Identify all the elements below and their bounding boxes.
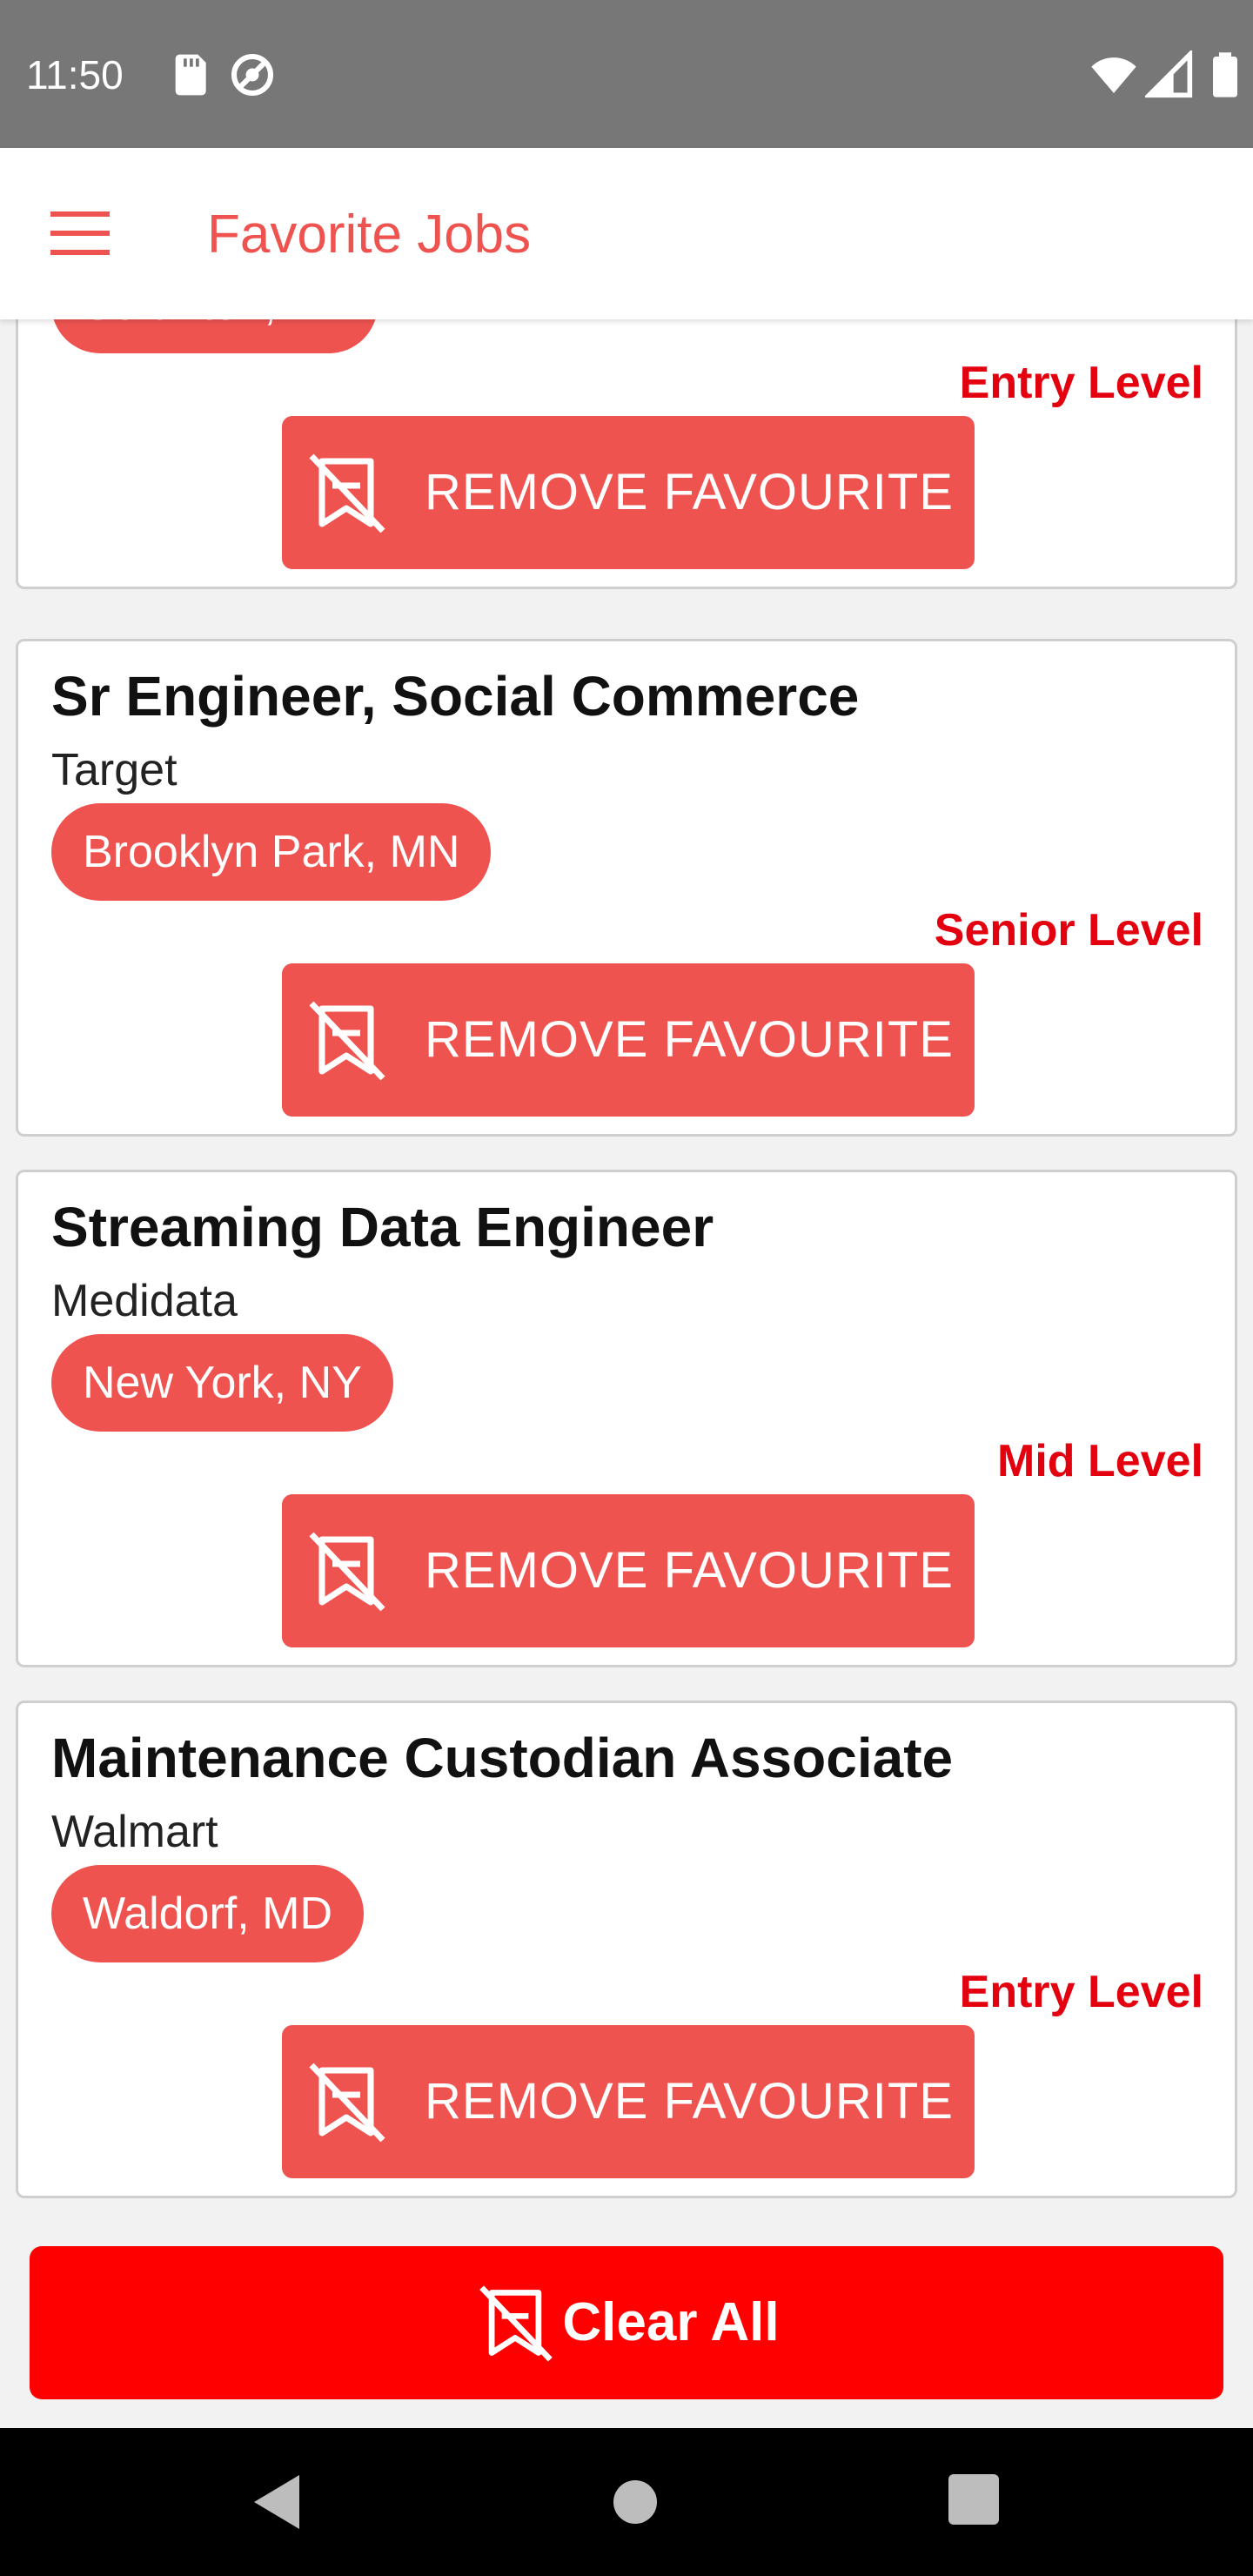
home-icon[interactable] (605, 2472, 666, 2532)
remove-favourite-label: REMOVE FAVOURITE (425, 2073, 954, 2130)
remove-favorite-icon (309, 453, 385, 533)
job-company: Walmart (51, 1807, 218, 1857)
favorites-list[interactable]: Scranton, PA Entry Level REMOVE FAVOURIT… (0, 319, 1253, 2215)
remove-favourite-label: REMOVE FAVOURITE (425, 1542, 954, 1599)
back-icon[interactable] (251, 2472, 303, 2532)
job-level: Entry Level (959, 1967, 1203, 2017)
job-title: Streaming Data Engineer (51, 1196, 714, 1258)
location-chip: New York, NY (51, 1334, 393, 1432)
job-level: Senior Level (934, 905, 1203, 956)
clear-all-label: Clear All (562, 2292, 780, 2352)
sync-icon (231, 53, 274, 97)
job-card: Maintenance Custodian Associate Walmart … (16, 1701, 1237, 2198)
job-title: Sr Engineer, Social Commerce (51, 665, 860, 728)
system-nav-bar (0, 2428, 1253, 2576)
remove-favorite-icon (309, 1001, 385, 1081)
remove-favorite-icon (309, 1532, 385, 1612)
location-chip: Brooklyn Park, MN (51, 803, 492, 901)
recent-apps-icon[interactable] (948, 2474, 999, 2525)
job-title: Maintenance Custodian Associate (51, 1727, 954, 1789)
remove-favourite-button[interactable]: REMOVE FAVOURITE (282, 1494, 975, 1647)
job-company: Target (51, 745, 178, 795)
sd-card-icon (175, 54, 206, 96)
battery-icon (1213, 52, 1237, 97)
job-level: Entry Level (959, 358, 1203, 408)
remove-favorite-icon (479, 2285, 553, 2362)
page-title: Favorite Jobs (207, 205, 532, 265)
menu-button[interactable] (35, 197, 125, 270)
location-chip: Waldorf, MD (51, 1865, 364, 1962)
job-company: Medidata (51, 1276, 238, 1326)
remove-favourite-button[interactable]: REMOVE FAVOURITE (282, 2025, 975, 2178)
remove-favourite-button[interactable]: REMOVE FAVOURITE (282, 416, 975, 569)
status-bar: 11:50 (0, 0, 1253, 148)
remove-favourite-label: REMOVE FAVOURITE (425, 1011, 954, 1068)
signal-icon (1145, 50, 1193, 98)
remove-favorite-icon (309, 2063, 385, 2143)
status-time: 11:50 (26, 52, 124, 97)
app-bar: Favorite Jobs (0, 148, 1253, 319)
location-chip: Scranton, PA (51, 319, 378, 353)
job-card: Sr Engineer, Social Commerce Target Broo… (16, 639, 1237, 1137)
bottom-action-area: Clear All (0, 2215, 1253, 2428)
job-level: Mid Level (997, 1436, 1203, 1486)
remove-favourite-label: REMOVE FAVOURITE (425, 464, 954, 520)
clear-all-button[interactable]: Clear All (30, 2246, 1223, 2399)
screen: 11:50 Favorite Jobs Entry Level REMOVE F… (0, 0, 1253, 2576)
wifi-icon (1091, 57, 1136, 93)
hamburger-menu-icon (50, 211, 110, 255)
remove-favourite-button[interactable]: REMOVE FAVOURITE (282, 963, 975, 1117)
job-card: Scranton, PA Entry Level REMOVE FAVOURIT… (16, 319, 1237, 589)
job-card: Streaming Data Engineer Medidata New Yor… (16, 1170, 1237, 1667)
